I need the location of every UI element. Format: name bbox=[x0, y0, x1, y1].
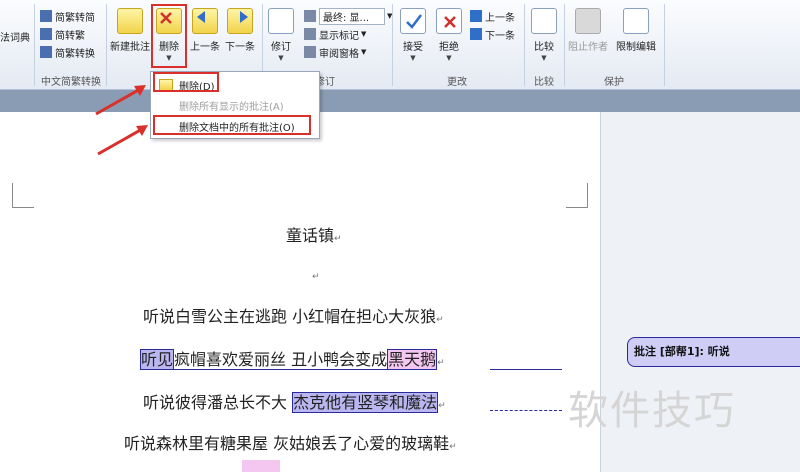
show-markup-button[interactable]: 显示标记 ▼ bbox=[304, 26, 366, 42]
document-line-2: 听见疯帽喜欢爱丽丝 丑小鸭会变成黑天鹅↵ bbox=[140, 349, 445, 370]
display-review-icon bbox=[304, 10, 316, 22]
chevron-down-icon: ▼ bbox=[446, 54, 452, 62]
highlight-box-menu-delete-all bbox=[153, 115, 311, 135]
prev-change-button[interactable]: 上一条 bbox=[470, 8, 515, 24]
crop-mark bbox=[566, 207, 588, 208]
reject-button[interactable]: 拒绝 ▼ bbox=[432, 8, 466, 62]
comment-anchor-2[interactable]: 黑天鹅 bbox=[387, 349, 438, 370]
group-label-protect: 保护 bbox=[604, 77, 624, 88]
review-pane-button[interactable]: 审阅窗格 ▼ bbox=[304, 44, 366, 60]
chevron-down-icon: ▼ bbox=[410, 54, 416, 62]
tracked-text: 疯帽喜欢爱丽丝 丑小鸭会变成 bbox=[174, 350, 388, 370]
comment-balloon[interactable]: 批注 [部帮1]: 听说 bbox=[627, 337, 800, 367]
new-comment-icon bbox=[117, 8, 143, 34]
accept-icon bbox=[400, 8, 426, 34]
ribbon: 法词典 简繁转简 简转繁 简繁转换 中文简繁转换 新建批注 删除 ▼ 上一条 下… bbox=[0, 0, 800, 90]
document-page[interactable] bbox=[0, 112, 600, 472]
simp-trad-icon bbox=[40, 28, 52, 40]
block-authors-icon bbox=[575, 8, 601, 34]
dictionary-button[interactable]: 法词典 bbox=[0, 28, 30, 44]
comment-connector-dashed bbox=[490, 410, 562, 411]
crop-mark bbox=[587, 183, 588, 207]
next-comment-icon bbox=[227, 8, 253, 34]
compare-button[interactable]: 比较 ▼ bbox=[528, 8, 560, 62]
highlight-box-menu-delete bbox=[153, 72, 219, 92]
lock-icon bbox=[623, 8, 649, 34]
simp-to-trad-button[interactable]: 简转繁 bbox=[40, 26, 85, 42]
crop-mark bbox=[12, 183, 13, 207]
compare-icon bbox=[531, 8, 557, 34]
track-changes-icon bbox=[268, 8, 294, 34]
comment-anchor-3[interactable]: 杰克他有竖琴和魔法 bbox=[292, 392, 439, 413]
document-line-4: 听说森林里有糖果屋 灰姑娘丢了心爱的玻璃鞋↵ bbox=[124, 434, 457, 453]
highlight-fragment bbox=[242, 460, 280, 472]
highlight-box-delete-button bbox=[151, 4, 187, 68]
document-title: 童话镇↵ bbox=[286, 226, 342, 245]
trad-to-simp-button[interactable]: 简繁转简 bbox=[40, 8, 95, 24]
simp-trad-convert-button[interactable]: 简繁转换 bbox=[40, 44, 95, 60]
display-for-review-select[interactable]: 最终: 显... ▼ bbox=[304, 7, 392, 25]
prev-comment-button[interactable]: 上一条 bbox=[188, 8, 222, 53]
show-markup-icon bbox=[304, 28, 316, 40]
document-line-3: 听说彼得潘总长不大 杰克他有竖琴和魔法↵ bbox=[143, 392, 446, 413]
track-changes-button[interactable]: 修订 ▼ bbox=[266, 8, 296, 62]
review-pane-icon bbox=[304, 46, 316, 58]
document-line-1: 听说白雪公主在逃跑 小红帽在担心大灰狼↵ bbox=[143, 307, 444, 326]
chevron-down-icon: ▼ bbox=[541, 54, 547, 62]
new-comment-button[interactable]: 新建批注 bbox=[108, 8, 152, 53]
empty-paragraph-mark: ↵ bbox=[312, 272, 320, 282]
group-label-changes: 更改 bbox=[447, 77, 467, 88]
next-comment-button[interactable]: 下一条 bbox=[222, 8, 258, 53]
next-change-button[interactable]: 下一条 bbox=[470, 26, 515, 42]
accept-button[interactable]: 接受 ▼ bbox=[396, 8, 430, 62]
chevron-down-icon: ▼ bbox=[361, 48, 367, 56]
comment-anchor-1[interactable]: 听见 bbox=[140, 349, 175, 370]
next-change-icon bbox=[470, 28, 482, 40]
chevron-down-icon: ▼ bbox=[278, 54, 284, 62]
chevron-down-icon: ▼ bbox=[361, 30, 367, 38]
trad-simp-icon bbox=[40, 10, 52, 22]
menu-item-delete-shown[interactable]: 删除所有显示的批注(A) bbox=[155, 96, 284, 114]
comment-connector-line bbox=[490, 369, 562, 370]
prev-change-icon bbox=[470, 10, 482, 22]
group-label-compare: 比较 bbox=[534, 77, 554, 88]
restrict-editing-button[interactable]: 限制编辑 bbox=[612, 8, 660, 53]
convert-icon bbox=[40, 46, 52, 58]
watermark-text: 软件技巧 bbox=[568, 388, 736, 434]
block-authors-button[interactable]: 阻止作者 bbox=[566, 8, 610, 53]
crop-mark bbox=[12, 207, 34, 208]
annotation-arrows bbox=[95, 85, 148, 156]
reject-icon bbox=[436, 8, 462, 34]
prev-comment-icon bbox=[192, 8, 218, 34]
